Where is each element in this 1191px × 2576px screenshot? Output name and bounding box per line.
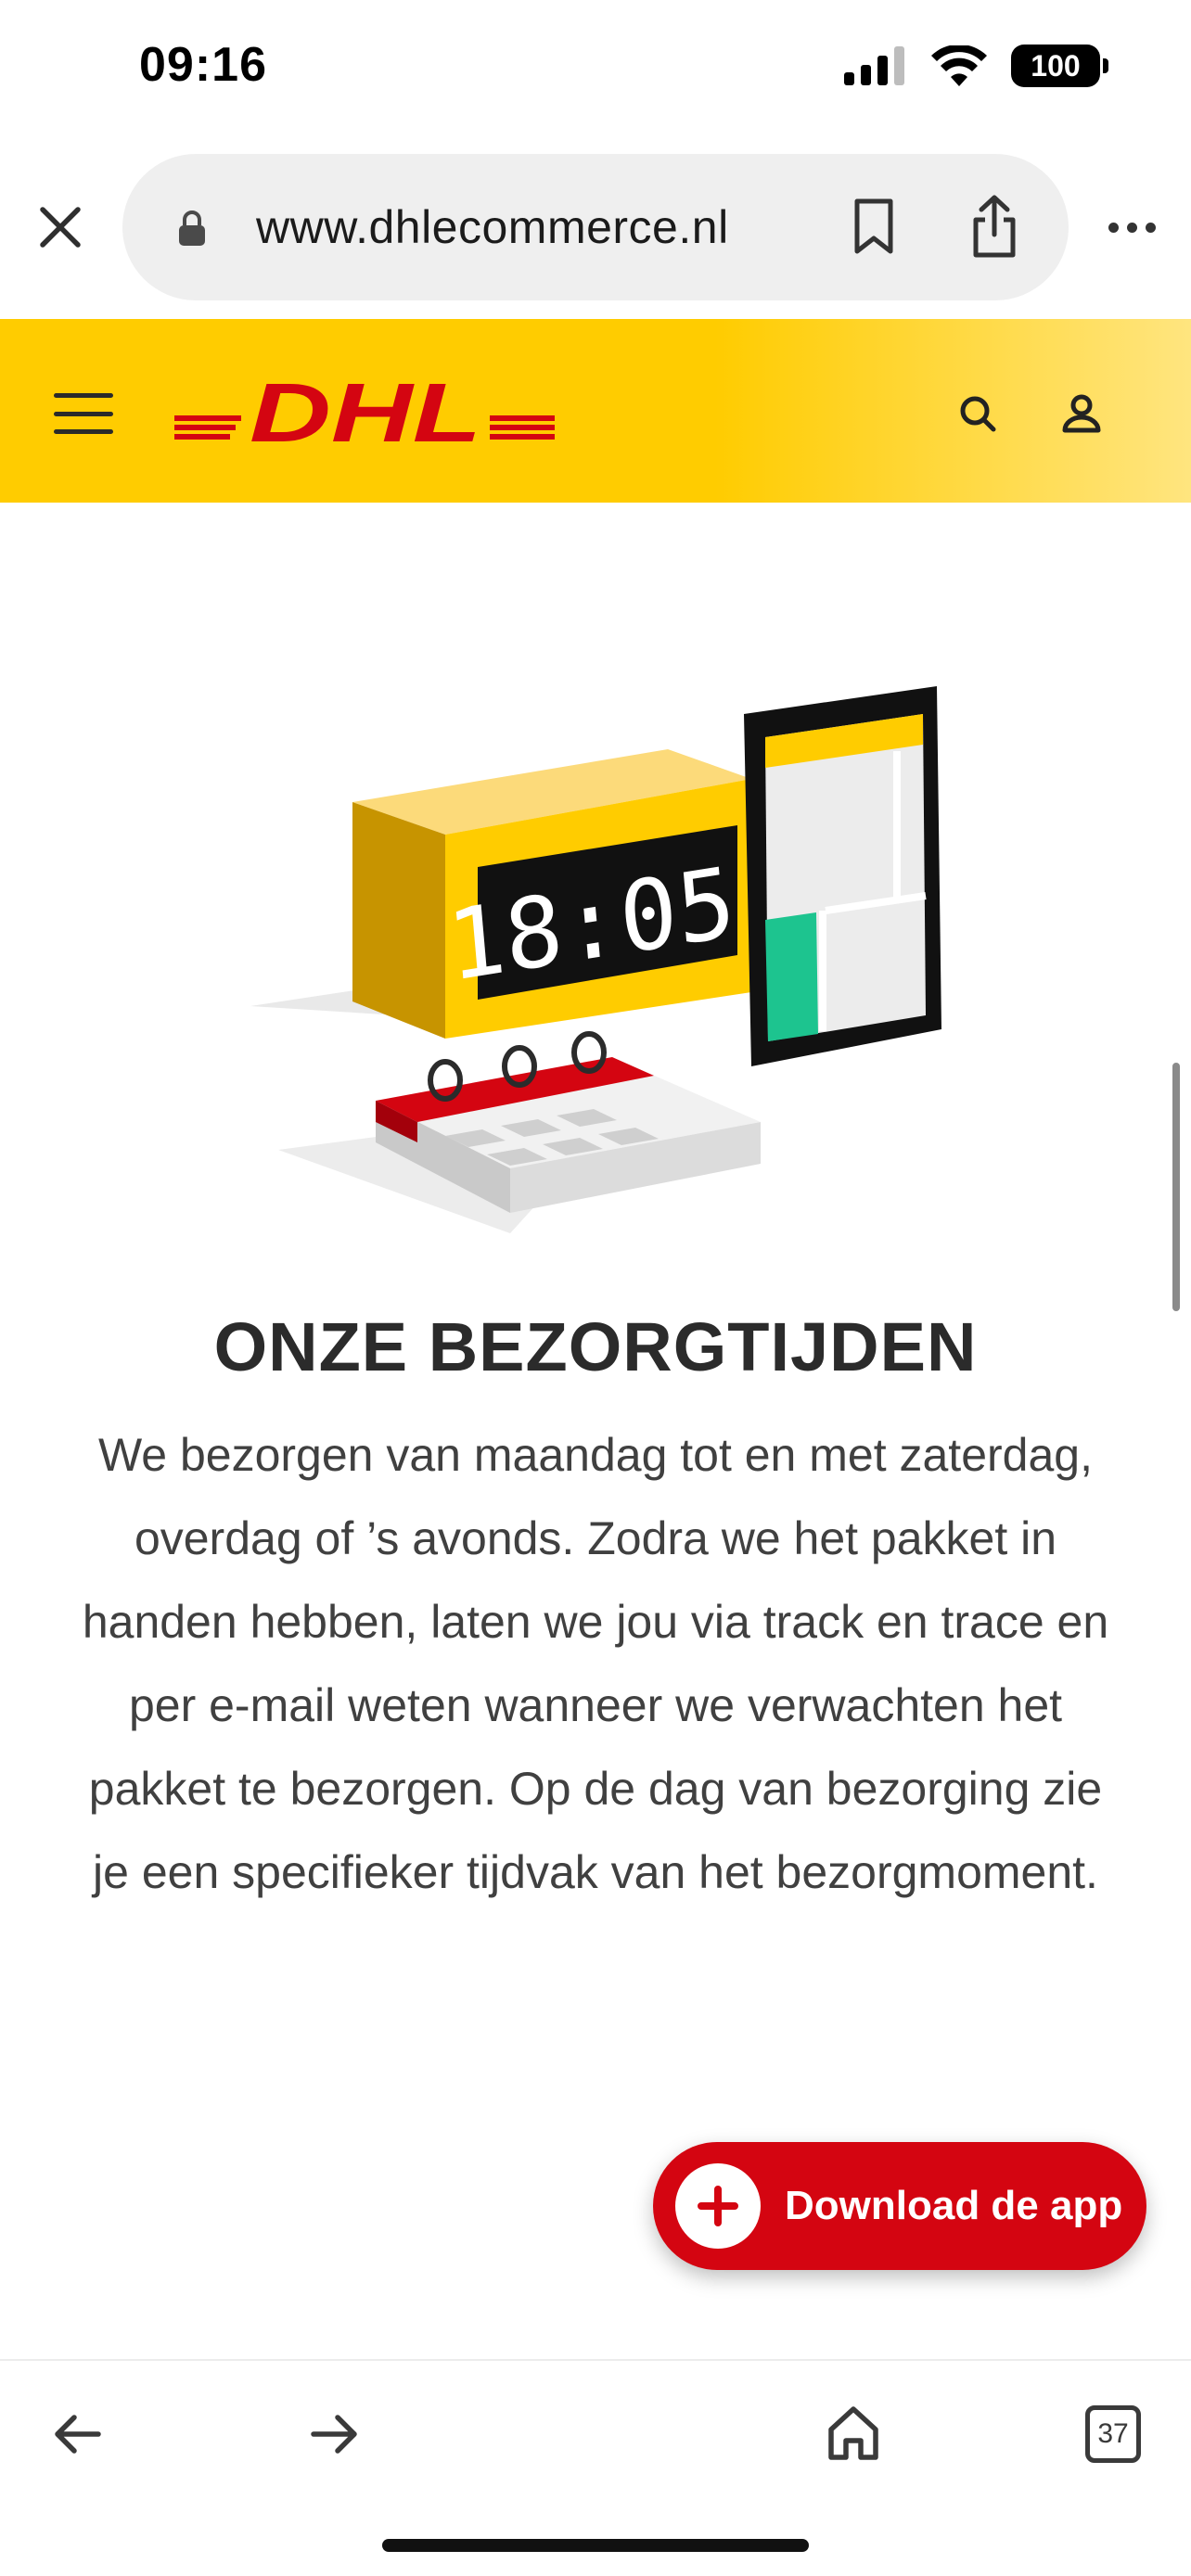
status-time: 09:16 <box>139 38 267 92</box>
download-app-label: Download de app <box>785 2183 1123 2228</box>
url-text: www.dhlecommerce.nl <box>256 201 729 253</box>
hamburger-icon[interactable] <box>54 393 113 434</box>
bookmark-icon <box>854 198 893 254</box>
close-icon <box>40 207 81 248</box>
arrow-left-icon <box>55 2415 101 2454</box>
search-button[interactable] <box>948 384 1007 443</box>
wifi-icon <box>931 45 987 86</box>
search-icon <box>960 396 996 432</box>
more-button[interactable] <box>1095 204 1169 250</box>
plus-icon <box>675 2163 761 2249</box>
home-button[interactable] <box>820 2398 887 2468</box>
status-icons: 100 <box>844 45 1108 87</box>
account-button[interactable] <box>1052 384 1111 443</box>
tab-count: 37 <box>1097 2418 1129 2449</box>
scrollbar[interactable] <box>1172 1063 1180 1311</box>
share-icon <box>973 195 1016 258</box>
delivery-times-illustration: 18:05 <box>250 686 941 1233</box>
dhl-logo[interactable]: DHL <box>174 367 555 456</box>
status-bar: 09:16 100 <box>0 0 1191 139</box>
signal-icon <box>844 46 904 85</box>
section-title: ONZE BEZORGTIJDEN <box>213 1308 978 1385</box>
arrow-right-icon <box>311 2415 357 2454</box>
battery-level: 100 <box>1031 48 1081 83</box>
section-body: We bezorgen van maandag tot en met zater… <box>82 1429 1109 1898</box>
phone-tile-green <box>765 912 818 1041</box>
address-bar[interactable]: www.dhlecommerce.nl <box>122 154 1069 300</box>
more-icon <box>1108 222 1156 233</box>
bookmark-button[interactable] <box>837 189 911 263</box>
lock-icon <box>179 210 205 246</box>
clock-side <box>352 802 445 1039</box>
home-icon <box>828 2406 878 2460</box>
forward-button[interactable] <box>302 2402 367 2467</box>
home-indicator[interactable] <box>382 2539 809 2552</box>
site-header: DHL <box>0 319 1191 503</box>
back-button[interactable] <box>45 2402 109 2467</box>
close-button[interactable] <box>28 195 93 260</box>
share-button[interactable] <box>957 187 1031 265</box>
battery-icon: 100 <box>1011 45 1108 87</box>
dhl-logo-text: DHL <box>250 367 481 456</box>
tabs-button[interactable]: 37 <box>1085 2405 1141 2463</box>
browser-bar: www.dhlecommerce.nl <box>0 148 1191 306</box>
download-app-button[interactable]: Download de app <box>653 2142 1146 2270</box>
user-icon <box>1062 394 1101 433</box>
